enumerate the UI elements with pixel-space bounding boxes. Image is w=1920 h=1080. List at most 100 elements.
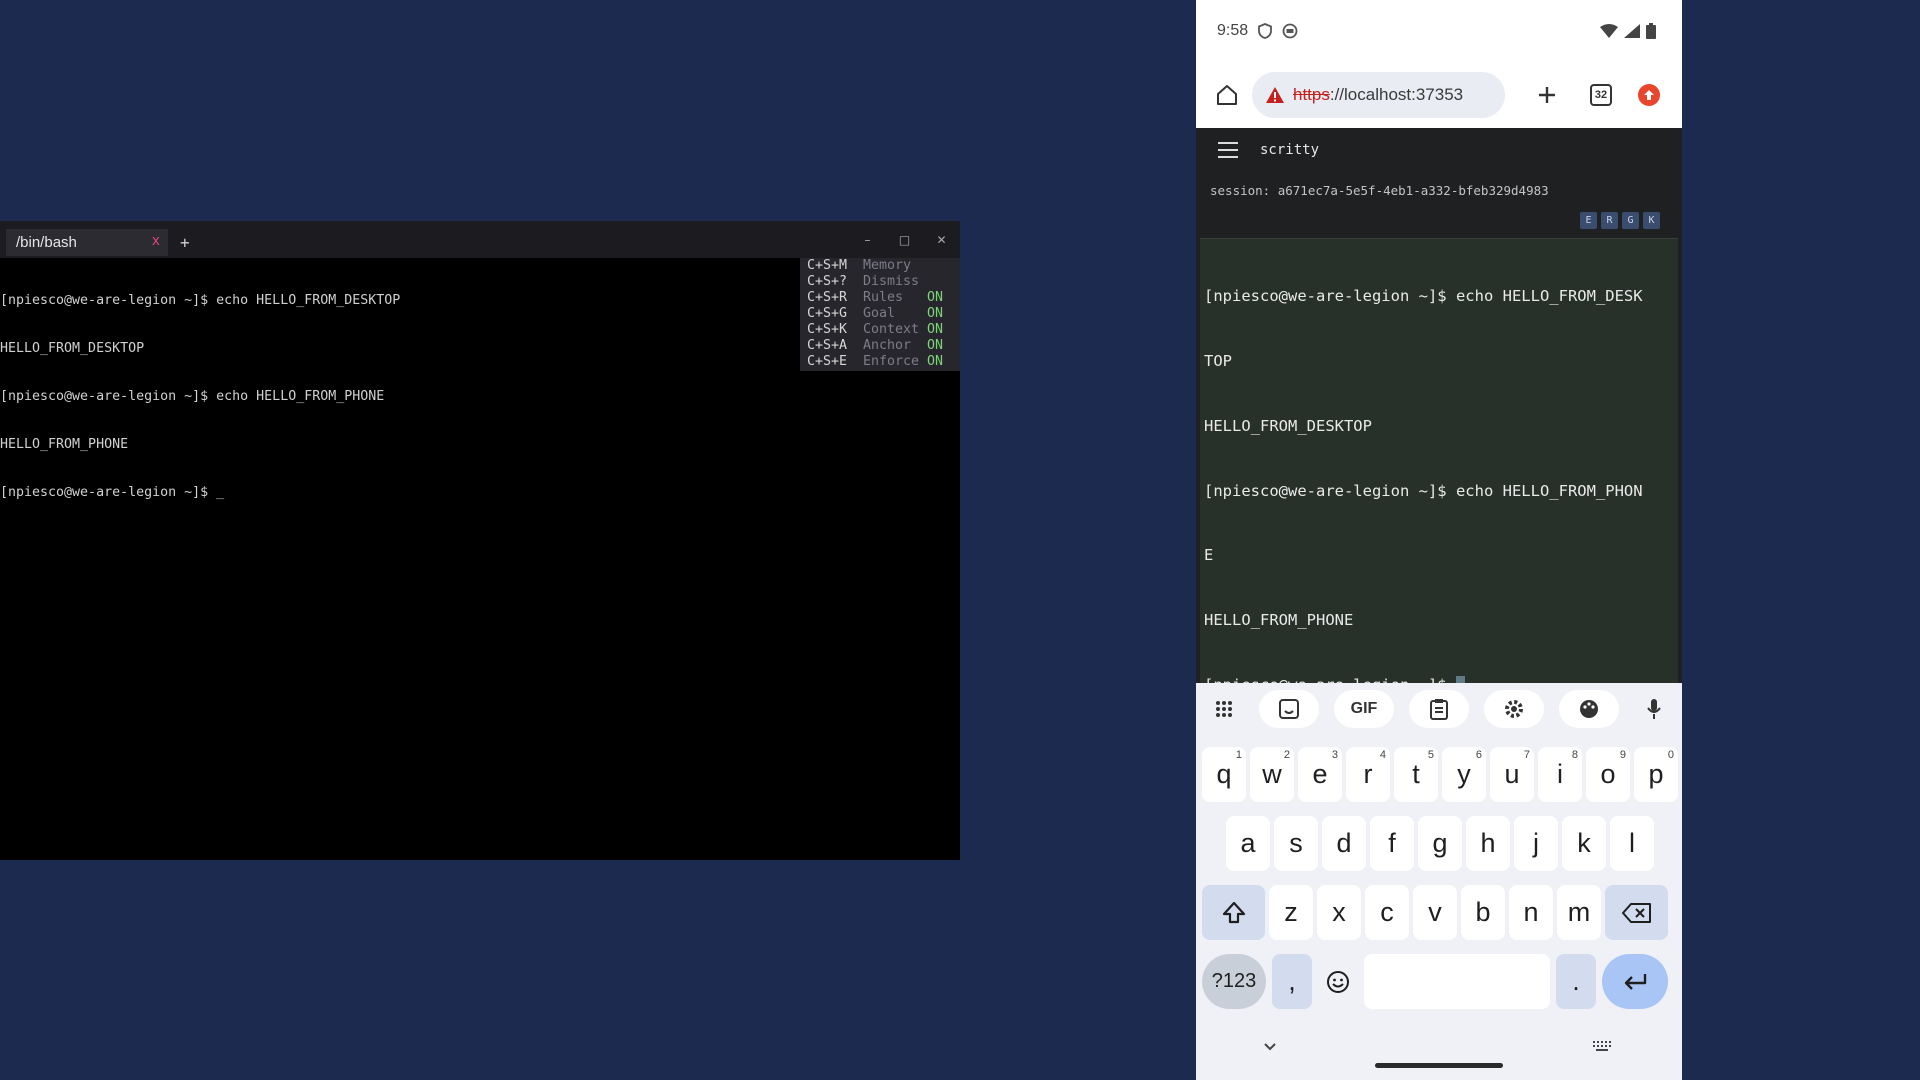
- sticker-icon[interactable]: [1259, 690, 1319, 728]
- terminal-line: [npiesco@we-are-legion ~]$ echo HELLO_FR…: [1204, 287, 1643, 306]
- chevron-down-icon[interactable]: [1263, 1040, 1277, 1056]
- key-s[interactable]: s: [1274, 816, 1318, 871]
- wifi-icon: [1600, 24, 1618, 38]
- keyboard-row-3: z x c v b n m: [1196, 885, 1682, 940]
- terminal-line: E: [1204, 546, 1214, 565]
- mode-badge[interactable]: K: [1643, 212, 1660, 229]
- backspace-key[interactable]: [1605, 885, 1668, 940]
- key-p[interactable]: p0: [1634, 747, 1678, 802]
- backspace-icon: [1621, 902, 1651, 923]
- key-g[interactable]: g: [1418, 816, 1462, 871]
- shortcut-label: Context: [863, 322, 920, 337]
- shortcut-key: C+S+?: [807, 274, 848, 289]
- key-j[interactable]: j: [1514, 816, 1558, 871]
- battery-icon: [1646, 23, 1656, 39]
- enter-key[interactable]: [1602, 954, 1668, 1009]
- url-bar[interactable]: https://localhost:37353: [1252, 72, 1505, 118]
- key-d[interactable]: d: [1322, 816, 1366, 871]
- keyboard-switch-icon[interactable]: [1592, 1040, 1612, 1056]
- terminal-line: HELLO_FROM_PHONE: [1204, 611, 1354, 630]
- shortcut-overlay: C+S+M Memory C+S+? Dismiss C+S+R Rules ON C+…: [800, 258, 960, 371]
- terminal-body[interactable]: [npiesco@we-are-legion ~]$ echo HELLO_FR…: [0, 258, 960, 860]
- key-w[interactable]: w2: [1250, 747, 1294, 802]
- scritty-app: scritty session: a671ec7a-5e5f-4eb1-a332…: [1196, 128, 1682, 695]
- key-v[interactable]: v: [1413, 885, 1457, 940]
- shortcut-key: C+S+G: [807, 306, 848, 321]
- emoji-key[interactable]: [1318, 954, 1358, 1009]
- maximize-button[interactable]: □: [886, 233, 923, 247]
- enter-icon: [1624, 973, 1647, 990]
- key-m[interactable]: m: [1557, 885, 1601, 940]
- gif-button[interactable]: GIF: [1334, 690, 1394, 728]
- key-a[interactable]: a: [1226, 816, 1270, 871]
- terminal-tab-title: /bin/bash: [16, 234, 77, 251]
- key-b[interactable]: b: [1461, 885, 1505, 940]
- minimize-button[interactable]: –: [849, 233, 886, 247]
- plus-icon: [1539, 87, 1555, 103]
- tab-switcher-button[interactable]: 32: [1586, 80, 1616, 110]
- key-z[interactable]: z: [1269, 885, 1313, 940]
- comma-key[interactable]: ,: [1272, 954, 1312, 1009]
- key-c[interactable]: c: [1365, 885, 1409, 940]
- key-f[interactable]: f: [1370, 816, 1414, 871]
- key-r[interactable]: r4: [1346, 747, 1390, 802]
- mode-badges: E R G K: [1580, 212, 1660, 229]
- mode-badge[interactable]: R: [1601, 212, 1618, 229]
- home-gesture-bar[interactable]: [1375, 1063, 1503, 1068]
- palette-icon[interactable]: [1559, 690, 1619, 728]
- keyboard-row-4: ?123 , .: [1196, 954, 1682, 1009]
- terminal-line: HELLO_FROM_PHONE: [0, 437, 129, 452]
- emoji-icon: [1327, 970, 1349, 993]
- key-i[interactable]: i8: [1538, 747, 1582, 802]
- shortcut-label: Enforce: [863, 354, 920, 369]
- shortcut-key: C+S+E: [807, 354, 848, 369]
- terminal-tab[interactable]: /bin/bash x: [6, 229, 168, 256]
- terminal-line: [npiesco@we-are-legion ~]$ echo HELLO_FR…: [1204, 481, 1643, 500]
- symbols-key[interactable]: ?123: [1202, 954, 1266, 1009]
- new-tab-button[interactable]: [1532, 80, 1562, 110]
- shortcut-key: C+S+A: [807, 338, 848, 353]
- app-title: scritty: [1260, 142, 1320, 158]
- key-x[interactable]: x: [1317, 885, 1361, 940]
- tab-close-icon[interactable]: x: [152, 233, 160, 249]
- mode-badge[interactable]: E: [1580, 212, 1597, 229]
- shift-icon: [1222, 901, 1245, 923]
- home-button[interactable]: [1212, 80, 1242, 110]
- key-h[interactable]: h: [1466, 816, 1510, 871]
- phone-terminal[interactable]: [npiesco@we-are-legion ~]$ echo HELLO_FR…: [1200, 238, 1678, 695]
- settings-gear-icon[interactable]: [1484, 690, 1544, 728]
- new-tab-button[interactable]: +: [180, 233, 190, 252]
- key-l[interactable]: l: [1610, 816, 1654, 871]
- key-e[interactable]: e3: [1298, 747, 1342, 802]
- period-key[interactable]: .: [1556, 954, 1596, 1009]
- shortcut-row: C+S+A Anchor ON: [807, 338, 953, 354]
- key-q[interactable]: q1: [1202, 747, 1246, 802]
- microphone-icon[interactable]: [1634, 690, 1674, 728]
- onscreen-keyboard: GIF q1 w2 e3 r4 t5 y6 u7 i8 o9 p 0 a s d…: [1196, 683, 1682, 1080]
- key-k[interactable]: k: [1562, 816, 1606, 871]
- status-bar: 9:58: [1196, 0, 1682, 62]
- key-t[interactable]: t5: [1394, 747, 1438, 802]
- shortcut-row: C+S+R Rules ON: [807, 290, 953, 306]
- key-u[interactable]: u7: [1490, 747, 1534, 802]
- apps-grid-icon[interactable]: [1204, 690, 1244, 728]
- shortcut-label: Goal: [863, 306, 896, 321]
- mode-badge[interactable]: G: [1622, 212, 1639, 229]
- shortcut-state: ON: [927, 306, 944, 321]
- space-key[interactable]: [1364, 954, 1550, 1009]
- terminal-line: [npiesco@we-are-legion ~]$ _: [0, 485, 225, 500]
- key-o[interactable]: o9: [1586, 747, 1630, 802]
- key-y[interactable]: y6: [1442, 747, 1486, 802]
- shortcut-row: C+S+E Enforce ON: [807, 354, 953, 370]
- clipboard-icon[interactable]: [1409, 690, 1469, 728]
- close-button[interactable]: ✕: [923, 233, 960, 247]
- terminal-line: HELLO_FROM_DESKTOP: [1204, 416, 1372, 435]
- update-button[interactable]: [1634, 80, 1664, 110]
- key-n[interactable]: n: [1509, 885, 1553, 940]
- shortcut-row: C+S+M Memory: [807, 258, 953, 274]
- browser-toolbar: https://localhost:37353 32: [1196, 62, 1682, 128]
- shift-key[interactable]: [1202, 885, 1265, 940]
- shortcut-key: C+S+K: [807, 322, 848, 337]
- desktop-terminal-window: /bin/bash x + – □ ✕ [npiesco@we-are-legi…: [0, 221, 960, 860]
- menu-icon[interactable]: [1218, 142, 1238, 158]
